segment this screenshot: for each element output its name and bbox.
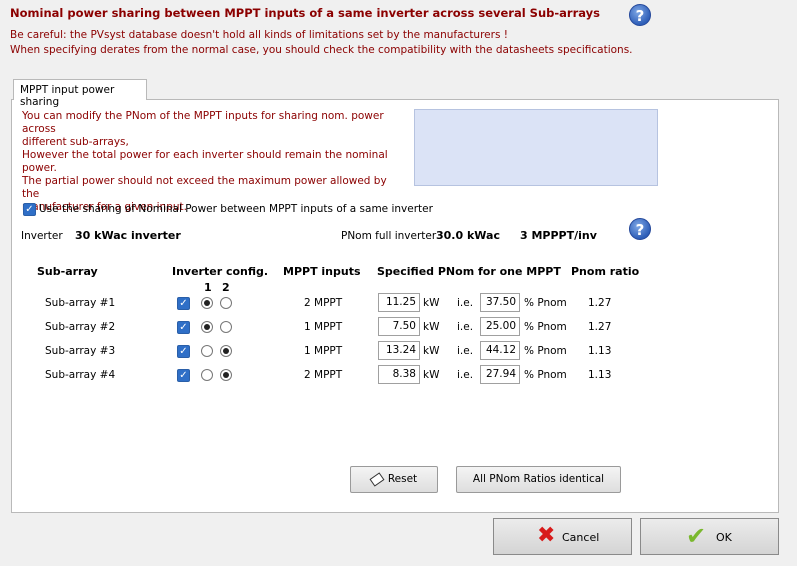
inverter-label: Inverter [21,230,63,242]
use-sharing-checkbox[interactable]: ✓ [23,203,36,216]
warning-line-2: When specifying derates from the normal … [10,44,633,56]
red-x-icon: ✖ [537,523,556,548]
subarray-name: Sub-array #1 [45,297,116,309]
subarray-checkbox[interactable]: ✓ [177,321,190,334]
info-line: different sub-arrays, [22,136,129,148]
col-header-pnom: Specified PNom for one MPPT [377,265,561,278]
ie-label: i.e. [457,297,474,309]
pct-unit: % Pnom [524,321,567,333]
ok-button[interactable]: ✔ OK [640,518,779,555]
eraser-icon [369,471,385,487]
col-header-ratio: Pnom ratio [571,265,640,278]
green-check-icon: ✔ [686,522,707,550]
pct-unit: % Pnom [524,345,567,357]
warning-line-1: Be careful: the PVsyst database doesn't … [10,29,508,41]
tab-mppt-input-power-sharing[interactable]: MPPT input power sharing [13,79,147,108]
kw-unit: kW [423,321,440,333]
mppt-per-inverter: 3 MPPPT/inv [520,229,597,242]
pnom-kw-input[interactable]: 8.38 [378,365,420,384]
config-1-radio[interactable] [201,345,213,357]
info-line: However the total power for each inverte… [22,149,388,174]
ie-label: i.e. [457,345,474,357]
cancel-button[interactable]: ✖ Cancel [493,518,632,555]
use-sharing-label: Use the sharing of Nominal Power between… [39,203,433,215]
config-2-radio[interactable] [220,369,232,381]
subarray-checkbox[interactable]: ✓ [177,345,190,358]
col-header-config-1: 1 [204,281,212,294]
ie-label: i.e. [457,369,474,381]
config-1-radio[interactable] [201,321,213,333]
inverter-name: 30 kWac inverter [75,229,181,242]
reset-label: Reset [387,473,418,485]
mppt-inputs: 2 MPPT [304,369,343,381]
config-2-radio[interactable] [220,321,232,333]
all-pnom-ratios-identical-button[interactable]: All PNom Ratios identical [456,466,621,493]
config-2-radio[interactable] [220,297,232,309]
mppt-inputs: 1 MPPT [304,345,343,357]
subarray-name: Sub-array #3 [45,345,116,357]
pnom-ratio: 1.13 [588,345,612,357]
kw-unit: kW [423,345,440,357]
col-header-config: Inverter config. [172,265,269,278]
info-line: You can modify the PNom of the MPPT inpu… [22,110,384,135]
pnom-full-label: PNom full inverter [341,230,437,242]
pnom-pct-input[interactable]: 27.94 [480,365,520,384]
ie-label: i.e. [457,321,474,333]
pnom-pct-input[interactable]: 44.12 [480,341,520,360]
cancel-label: Cancel [562,531,600,544]
subarray-checkbox[interactable]: ✓ [177,297,190,310]
pnom-pct-input[interactable]: 37.50 [480,293,520,312]
config-2-radio[interactable] [220,345,232,357]
subarray-checkbox[interactable]: ✓ [177,369,190,382]
reset-button[interactable]: Reset [350,466,438,493]
kw-unit: kW [423,297,440,309]
col-header-subarray: Sub-array [37,265,98,278]
help-icon[interactable]: ? [629,218,651,240]
pnom-pct-input[interactable]: 25.00 [480,317,520,336]
subarray-name: Sub-array #4 [45,369,116,381]
config-1-radio[interactable] [201,369,213,381]
pnom-ratio: 1.13 [588,369,612,381]
info-box [414,109,658,186]
ok-label: OK [716,531,732,544]
mppt-inputs: 1 MPPT [304,321,343,333]
pnom-kw-input[interactable]: 13.24 [378,341,420,360]
pnom-kw-input[interactable]: 11.25 [378,293,420,312]
mppt-inputs: 2 MPPT [304,297,343,309]
col-header-mppt: MPPT inputs [283,265,361,278]
info-line: The partial power should not exceed the … [22,175,387,200]
config-1-radio[interactable] [201,297,213,309]
pct-unit: % Pnom [524,369,567,381]
subarray-name: Sub-array #2 [45,321,116,333]
info-text: You can modify the PNom of the MPPT inpu… [22,110,402,214]
pct-unit: % Pnom [524,297,567,309]
kw-unit: kW [423,369,440,381]
pnom-ratio: 1.27 [588,297,612,309]
pnom-kw-input[interactable]: 7.50 [378,317,420,336]
pnom-full-value: 30.0 kWac [436,229,500,242]
dialog-title: Nominal power sharing between MPPT input… [10,6,601,20]
col-header-config-2: 2 [222,281,230,294]
pnom-ratio: 1.27 [588,321,612,333]
help-icon[interactable]: ? [629,4,651,26]
